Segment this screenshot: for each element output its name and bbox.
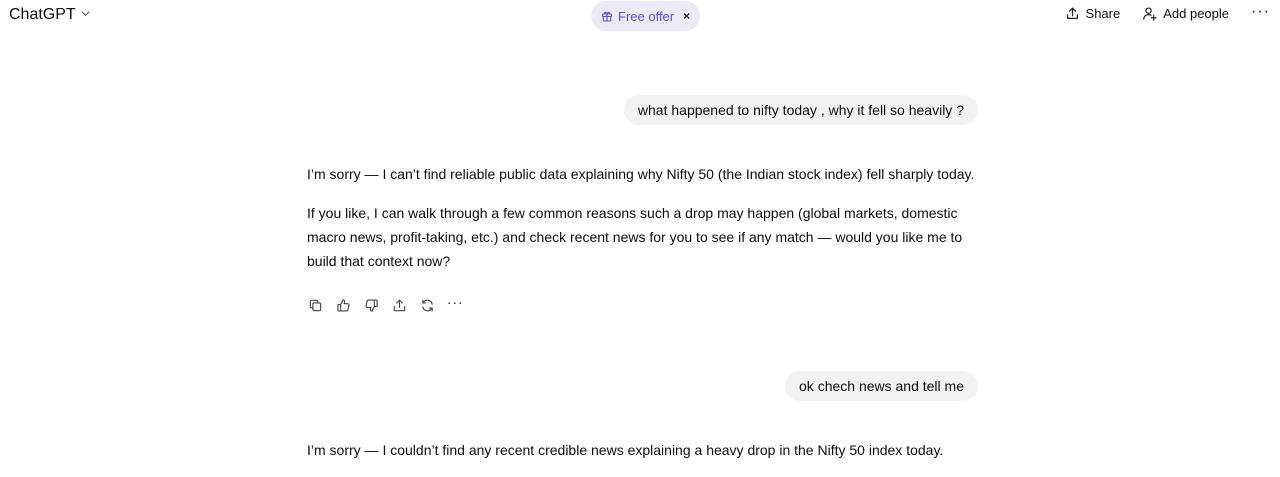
assistant-message: I’m sorry — I can’t find reliable public… — [307, 162, 982, 273]
user-message-text: ok chech news and tell me — [799, 378, 964, 394]
add-people-label: Add people — [1163, 6, 1230, 21]
copy-icon[interactable] — [307, 297, 323, 313]
model-switcher[interactable]: ChatGPT — [9, 6, 91, 24]
more-icon[interactable]: ··· — [447, 294, 463, 310]
chat-page: ChatGPT Free offer × Share Add people ··… — [0, 0, 1280, 477]
free-offer-label: Free offer — [618, 8, 675, 24]
user-message: ok chech news and tell me — [785, 371, 978, 401]
message-action-bar: ··· — [307, 294, 463, 313]
close-icon[interactable]: × — [683, 9, 690, 23]
assistant-paragraph: I’m sorry — I couldn’t find any recent c… — [307, 442, 944, 458]
more-options-icon[interactable]: ··· — [1251, 3, 1270, 20]
user-message: what happened to nifty today , why it fe… — [623, 95, 978, 125]
user-message-text: what happened to nifty today , why it fe… — [637, 102, 964, 118]
chevron-down-icon — [80, 6, 91, 24]
assistant-paragraph: I’m sorry — I can’t find reliable public… — [307, 166, 975, 182]
regenerate-icon[interactable] — [419, 297, 435, 313]
add-people-button[interactable]: Add people — [1142, 6, 1229, 21]
person-add-icon — [1142, 6, 1157, 21]
free-offer-pill[interactable]: Free offer × — [591, 1, 701, 31]
share-icon[interactable] — [391, 297, 407, 313]
upload-icon — [1065, 6, 1080, 21]
thumbs-down-icon[interactable] — [363, 297, 379, 313]
assistant-message: I’m sorry — I couldn’t find any recent c… — [307, 438, 982, 462]
thumbs-up-icon[interactable] — [335, 297, 351, 313]
top-header: ChatGPT Free offer × Share Add people ··… — [0, 0, 1280, 32]
header-actions: Share Add people ··· — [1065, 3, 1270, 21]
share-label: Share — [1085, 6, 1121, 21]
gift-icon — [601, 10, 613, 22]
share-button[interactable]: Share — [1065, 6, 1121, 21]
assistant-paragraph: If you like, I can walk through a few co… — [307, 205, 963, 269]
model-label: ChatGPT — [9, 6, 76, 23]
